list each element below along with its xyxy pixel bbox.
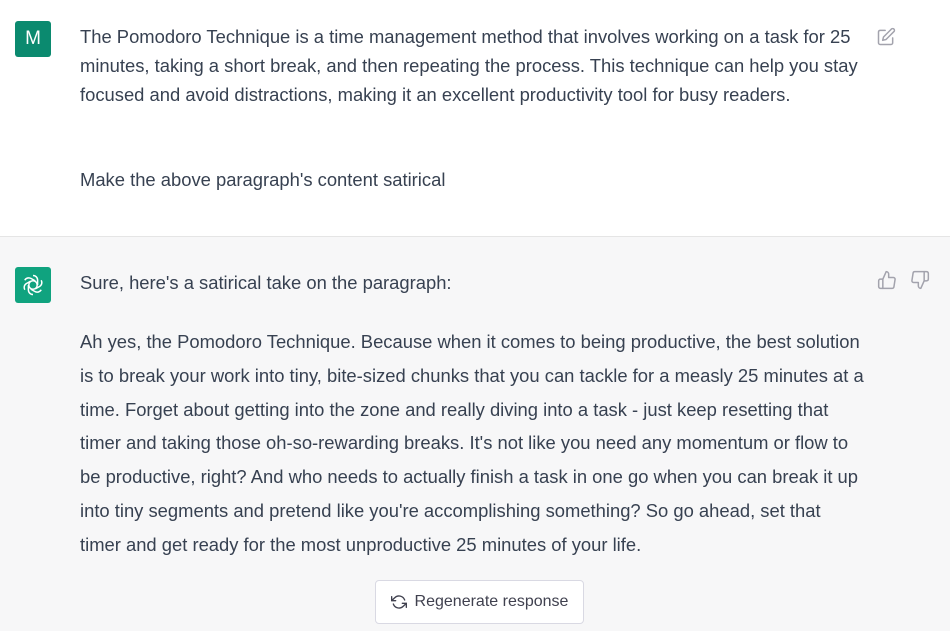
assistant-avatar (15, 267, 51, 303)
assistant-response-text: Ah yes, the Pomodoro Technique. Because … (80, 331, 864, 555)
user-instruction-text: Make the above paragraph's content satir… (80, 169, 446, 190)
regenerate-response-button[interactable]: Regenerate response (375, 580, 584, 624)
user-avatar: M (15, 21, 51, 57)
assistant-intro-text: Sure, here's a satirical take on the par… (80, 272, 452, 293)
user-message-block: M The Pomodoro Technique is a time manag… (0, 0, 950, 237)
refresh-icon (390, 595, 407, 609)
thumbs-down-icon[interactable] (910, 270, 930, 290)
regenerate-label: Regenerate response (414, 593, 569, 610)
user-message-text: The Pomodoro Technique is a time managem… (80, 26, 858, 105)
edit-icon[interactable] (876, 27, 896, 47)
openai-logo-icon (23, 274, 43, 296)
assistant-message-block: Sure, here's a satirical take on the par… (0, 237, 950, 631)
thumbs-up-icon[interactable] (877, 270, 897, 290)
